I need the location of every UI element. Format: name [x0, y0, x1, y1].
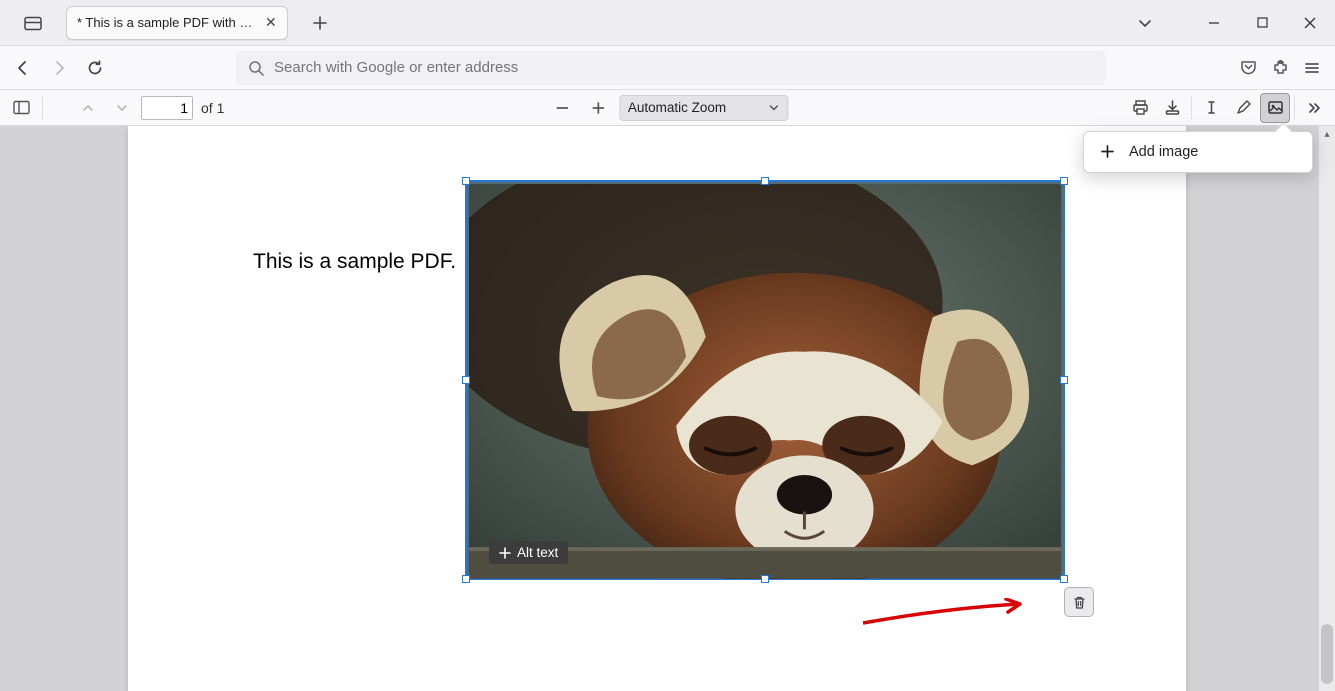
- resize-handle-nw[interactable]: [462, 177, 470, 185]
- image-annotation-button[interactable]: [1260, 93, 1290, 123]
- vertical-scrollbar[interactable]: ▴: [1319, 126, 1335, 691]
- resize-handle-se[interactable]: [1060, 575, 1068, 583]
- toolbar-separator: [1294, 97, 1295, 119]
- minimize-button[interactable]: [1191, 0, 1237, 46]
- inserted-image[interactable]: [469, 184, 1061, 579]
- zoom-controls: Automatic Zoom: [547, 93, 788, 123]
- close-window-button[interactable]: [1287, 0, 1333, 46]
- zoom-select-label: Automatic Zoom: [628, 100, 726, 115]
- maximize-button[interactable]: [1239, 0, 1285, 46]
- next-page-button[interactable]: [107, 93, 137, 123]
- resize-handle-n[interactable]: [761, 177, 769, 185]
- scroll-up-arrow[interactable]: ▴: [1319, 126, 1335, 142]
- download-button[interactable]: [1157, 93, 1187, 123]
- chevron-down-icon: [768, 102, 779, 113]
- plus-icon: [1100, 144, 1115, 159]
- toolbar-separator: [1191, 97, 1192, 119]
- resize-handle-sw[interactable]: [462, 575, 470, 583]
- pdf-page[interactable]: This is a sample PDF.: [128, 126, 1186, 691]
- list-all-tabs-button[interactable]: [1131, 9, 1159, 37]
- more-tools-button[interactable]: [1299, 93, 1329, 123]
- plus-icon: [499, 547, 511, 559]
- close-tab-icon[interactable]: ✕: [265, 14, 277, 31]
- toolbar-separator: [42, 97, 43, 119]
- previous-page-button[interactable]: [73, 93, 103, 123]
- pdf-toolbar-right: Add image: [1125, 93, 1329, 123]
- resize-handle-w[interactable]: [462, 376, 470, 384]
- delete-image-button[interactable]: [1064, 587, 1094, 617]
- nav-right-controls: [1233, 53, 1327, 83]
- tab-title: * This is a sample PDF with an imag: [77, 15, 257, 30]
- address-bar[interactable]: [236, 51, 1106, 85]
- resize-handle-s[interactable]: [761, 575, 769, 583]
- page-count-label: of 1: [201, 100, 224, 116]
- print-button[interactable]: [1125, 93, 1155, 123]
- alt-text-button[interactable]: Alt text: [489, 541, 568, 564]
- back-button[interactable]: [8, 53, 38, 83]
- add-image-label: Add image: [1129, 144, 1198, 160]
- page-number-input[interactable]: [141, 96, 193, 120]
- reload-button[interactable]: [80, 53, 110, 83]
- extensions-button[interactable]: [1265, 53, 1295, 83]
- sidebar-toggle-button[interactable]: [6, 93, 36, 123]
- alt-text-label: Alt text: [517, 545, 558, 560]
- forward-button[interactable]: [44, 53, 74, 83]
- trash-icon: [1072, 595, 1087, 610]
- title-bar: * This is a sample PDF with an imag ✕: [0, 0, 1335, 46]
- pdf-text-content: This is a sample PDF.: [253, 250, 456, 274]
- browser-tab[interactable]: * This is a sample PDF with an imag ✕: [66, 6, 288, 40]
- add-image-menu: Add image: [1083, 131, 1313, 173]
- save-to-pocket-button[interactable]: [1233, 53, 1263, 83]
- new-tab-button[interactable]: [306, 9, 334, 37]
- zoom-in-button[interactable]: [583, 93, 613, 123]
- zoom-out-button[interactable]: [547, 93, 577, 123]
- pdf-toolbar: of 1 Automatic Zoom: [0, 90, 1335, 126]
- search-icon: [248, 60, 264, 76]
- address-input[interactable]: [264, 58, 1094, 77]
- firefox-view-button[interactable]: [18, 8, 48, 38]
- draw-annotation-button[interactable]: [1228, 93, 1258, 123]
- scrollbar-thumb[interactable]: [1321, 624, 1333, 684]
- inserted-image-selection[interactable]: Alt text: [465, 180, 1065, 580]
- annotation-arrow: [858, 598, 1038, 628]
- add-image-menu-item[interactable]: Add image: [1084, 136, 1312, 168]
- window-controls: [1131, 0, 1335, 46]
- title-bar-left: * This is a sample PDF with an imag ✕: [0, 6, 342, 40]
- zoom-select[interactable]: Automatic Zoom: [619, 95, 788, 121]
- navigation-toolbar: [0, 46, 1335, 90]
- pdf-viewer-area[interactable]: This is a sample PDF.: [0, 126, 1335, 691]
- resize-handle-e[interactable]: [1060, 376, 1068, 384]
- resize-handle-ne[interactable]: [1060, 177, 1068, 185]
- application-menu-button[interactable]: [1297, 53, 1327, 83]
- text-annotation-button[interactable]: [1196, 93, 1226, 123]
